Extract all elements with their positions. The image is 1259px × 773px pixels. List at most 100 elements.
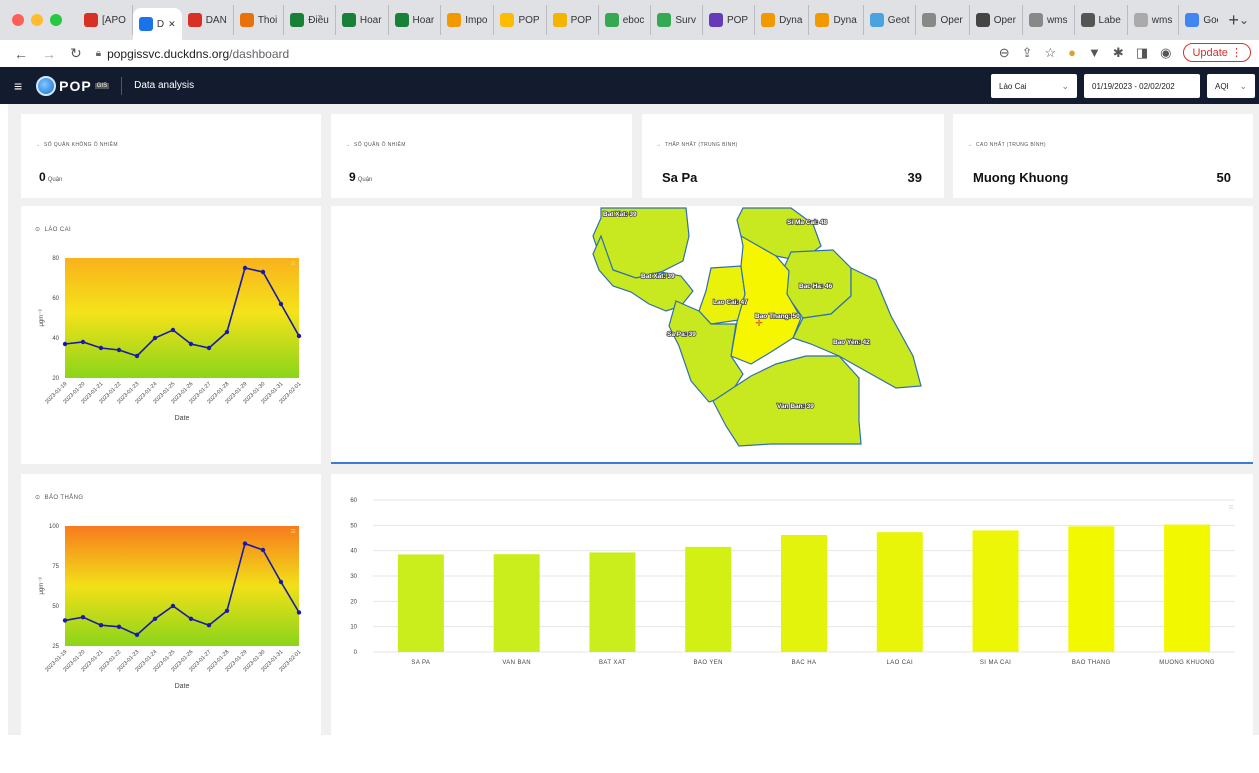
side-panel-icon[interactable]: ◨ [1136, 45, 1148, 61]
browser-tab[interactable]: Geot [864, 5, 917, 35]
district-region[interactable] [698, 265, 746, 325]
browser-tab[interactable]: Hoar [336, 5, 389, 35]
data-point[interactable] [62, 618, 68, 623]
reload-icon[interactable]: ↻ [70, 45, 82, 62]
x-tick-label: BAC HA [792, 660, 817, 666]
data-point[interactable] [278, 579, 284, 585]
bar[interactable] [589, 552, 636, 652]
browser-tab[interactable]: Impo [441, 5, 495, 35]
extension-filter-icon[interactable]: ▼ [1088, 45, 1101, 60]
data-point[interactable] [116, 624, 122, 629]
stat-value: 39 [907, 170, 922, 185]
province-select[interactable]: Lào Cai ⌄ [991, 74, 1077, 98]
chart-menu-icon[interactable]: ≡ [290, 258, 295, 268]
new-tab-button[interactable]: + [1228, 10, 1239, 31]
maximize-window-button[interactable] [50, 14, 62, 26]
data-point[interactable] [152, 335, 158, 341]
update-button[interactable]: Update ⋮ [1183, 43, 1251, 62]
zoom-icon[interactable]: ⊖ [999, 45, 1010, 61]
data-point[interactable] [296, 333, 302, 339]
data-point[interactable] [260, 269, 266, 275]
address-bar[interactable]: 🔒︎ popgissvc.duckdns.org/dashboard [96, 47, 289, 61]
bar[interactable] [876, 532, 923, 652]
sheets-icon [290, 13, 305, 27]
data-point[interactable] [98, 623, 104, 628]
close-window-button[interactable] [12, 14, 24, 26]
data-point[interactable] [170, 327, 176, 333]
data-point[interactable] [116, 347, 122, 353]
app-icon [447, 13, 462, 27]
bar[interactable] [493, 554, 540, 652]
slides-icon [552, 13, 567, 27]
chart-plot-area [65, 526, 299, 646]
browser-tab[interactable]: Oper [916, 5, 970, 35]
extension-cookie-icon[interactable]: ● [1068, 45, 1076, 60]
app-logo[interactable]: POP GIS [36, 75, 110, 96]
minimize-window-button[interactable] [31, 14, 43, 26]
browser-tab[interactable]: DAN [182, 5, 234, 35]
back-arrow-icon[interactable]: ← [14, 46, 28, 62]
data-point[interactable] [80, 615, 86, 620]
district-map[interactable]: Bat Xat: 39 Bat Xat: 39 Si Ma Cai: 48 Lao C… [331, 206, 1253, 462]
data-point[interactable] [80, 339, 86, 345]
data-point[interactable] [188, 616, 194, 621]
browser-tab[interactable]: Labe [1075, 5, 1128, 35]
stat-label: → SỐ QUẬN Ô NHIỄM [345, 142, 406, 148]
chart-menu-icon[interactable]: ≡ [290, 526, 295, 536]
tab-search-chevron-icon[interactable]: ⌄ [1239, 13, 1249, 27]
browser-tab[interactable]: POP [547, 5, 599, 35]
data-point[interactable] [242, 541, 248, 546]
bar[interactable] [397, 554, 444, 652]
date-range-input[interactable]: 01/19/2023 - 02/02/202 [1084, 74, 1200, 98]
map-pin-icon[interactable]: ✛ [755, 318, 763, 328]
data-point[interactable] [206, 345, 212, 351]
data-point[interactable] [224, 608, 230, 613]
data-point[interactable] [134, 632, 140, 637]
browser-tab[interactable]: Hoar [389, 5, 442, 35]
browser-tab[interactable]: Surv [651, 5, 703, 35]
browser-tab[interactable]: Goog [1179, 5, 1218, 35]
browser-tab[interactable]: eboc [599, 5, 652, 35]
data-point[interactable] [152, 616, 158, 621]
forward-arrow-icon[interactable]: → [42, 46, 56, 62]
close-tab-icon[interactable]: ✕ [168, 19, 176, 30]
chart-menu-icon[interactable]: ≡ [1228, 502, 1233, 512]
browser-tab[interactable]: wms [1023, 5, 1075, 35]
browser-tab[interactable]: POP [494, 5, 547, 35]
browser-tab[interactable]: Dyna [809, 5, 864, 35]
browser-tab[interactable]: Oper [970, 5, 1023, 35]
data-point[interactable] [224, 329, 230, 335]
metric-select[interactable]: AQI ⌄ [1207, 74, 1255, 98]
bar[interactable] [685, 546, 732, 652]
data-point[interactable] [98, 345, 104, 351]
window-controls [12, 14, 62, 26]
district-label: Van Ban: 39 [777, 403, 814, 410]
data-point[interactable] [170, 603, 176, 609]
bar[interactable] [1164, 524, 1211, 652]
browser-tab[interactable]: wms [1128, 5, 1180, 35]
data-point[interactable] [206, 623, 212, 628]
browser-tab-label: Geot [887, 14, 910, 26]
profile-avatar-icon[interactable]: ◉ [1160, 45, 1171, 61]
browser-tab[interactable]: Thoi [234, 5, 285, 35]
bar[interactable] [972, 530, 1019, 652]
share-icon[interactable]: ⇪ [1022, 45, 1033, 61]
browser-tab[interactable]: POP [703, 5, 756, 35]
data-point[interactable] [260, 547, 266, 553]
bar[interactable] [781, 534, 827, 652]
bookmark-star-icon[interactable]: ☆ [1045, 45, 1057, 61]
browser-tab[interactable]: [APO [78, 5, 133, 35]
data-point[interactable] [278, 301, 284, 307]
hamburger-menu-icon[interactable]: ≡ [14, 78, 22, 94]
data-point[interactable] [242, 265, 248, 271]
data-point[interactable] [188, 341, 194, 347]
extensions-puzzle-icon[interactable]: ✱ [1113, 45, 1124, 61]
data-point[interactable] [134, 353, 140, 359]
browser-tab[interactable]: D ✕ [132, 8, 182, 40]
data-point[interactable] [62, 341, 68, 347]
browser-tab[interactable]: Dyna [755, 5, 810, 35]
data-point[interactable] [296, 610, 302, 615]
bar[interactable] [1068, 526, 1115, 652]
date-range-value: 01/19/2023 - 02/02/202 [1092, 81, 1175, 91]
browser-tab[interactable]: Điều [284, 5, 336, 35]
